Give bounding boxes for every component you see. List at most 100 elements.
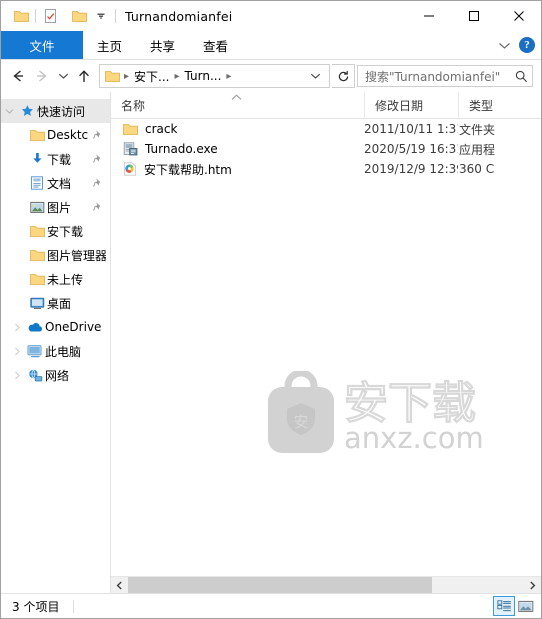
breadcrumb-separator-2[interactable]: ▸	[222, 71, 235, 82]
column-headers: 名称 修改日期 类型	[111, 92, 541, 119]
scroll-right-arrow-icon[interactable]	[524, 577, 541, 593]
desktop-icon	[27, 297, 47, 310]
file-modified-cell: 2019/12/9 12:39	[364, 162, 458, 176]
properties-icon[interactable]	[39, 5, 61, 27]
sidebar-item-picture-manager[interactable]: 图片管理器	[1, 243, 110, 267]
search-input[interactable]: 搜索"Turnandomianfei"	[365, 68, 515, 85]
search-icon[interactable]	[515, 70, 528, 83]
sidebar-item-network[interactable]: 网络	[1, 363, 110, 387]
details-view-button[interactable]	[493, 596, 515, 616]
sidebar-item-quick-access[interactable]: 快速访问	[1, 99, 110, 123]
sidebar-item-pictures[interactable]: 图片	[1, 195, 110, 219]
sidebar-item-anxiazai[interactable]: 安下载	[1, 219, 110, 243]
chevron-down-icon-address[interactable]	[304, 72, 327, 80]
sidebar-item-not-uploaded[interactable]: 未上传	[1, 267, 110, 291]
chevron-collapsed-icon[interactable]	[9, 323, 25, 332]
file-name-label: 安下载帮助.htm	[144, 162, 232, 177]
breadcrumb-item-0[interactable]: 安下...	[133, 68, 170, 85]
scrollbar-thumb[interactable]	[128, 577, 432, 593]
toolbar-divider-2	[64, 9, 65, 23]
chevron-down-icon[interactable]	[90, 5, 112, 27]
pictures-icon	[27, 201, 47, 214]
horizontal-scrollbar[interactable]	[111, 576, 541, 593]
search-box[interactable]: 搜索"Turnandomianfei"	[357, 65, 533, 87]
column-header-type[interactable]: 类型	[458, 92, 541, 118]
file-type-cell: 文件夹	[459, 122, 496, 137]
breadcrumb-separator-1[interactable]: ▸	[170, 71, 183, 82]
file-name-cell[interactable]: crack	[111, 122, 364, 136]
breadcrumb-folder-icon	[105, 70, 120, 83]
folder-icon	[27, 273, 47, 286]
help-icon[interactable]: ?	[519, 37, 535, 53]
watermark-text: 安下载 anxz.com	[342, 372, 497, 454]
ribbon-right-controls: ?	[498, 31, 535, 59]
sidebar-item-label: 网络	[45, 368, 70, 383]
pin-icon[interactable]	[93, 177, 104, 188]
sidebar-item-label: 图片	[47, 200, 72, 215]
folder-icon	[27, 129, 47, 142]
file-modified-cell: 2020/5/19 16:31	[364, 142, 458, 156]
sidebar-item-label: 未上传	[47, 272, 84, 287]
sidebar-item-label: OneDrive	[45, 320, 102, 334]
recent-locations-button[interactable]	[55, 65, 71, 87]
chevron-expanded-icon[interactable]	[1, 108, 17, 115]
table-row[interactable]: Turnado.exe 2020/5/19 16:31 应用程	[111, 139, 541, 159]
new-folder-icon[interactable]	[68, 5, 90, 27]
window-controls	[406, 1, 541, 31]
onedrive-icon	[25, 321, 45, 333]
scroll-left-arrow-icon[interactable]	[111, 577, 128, 593]
folder-icon[interactable]	[10, 5, 32, 27]
folder-icon	[123, 123, 138, 136]
navigation-pane: 快速访问 Desktc 下载 文档 图片 安下载 图片管理器 未上传 桌面 On…	[1, 92, 111, 593]
column-header-modified[interactable]: 修改日期	[364, 92, 458, 118]
file-type-cell: 360 C	[459, 162, 495, 176]
table-row[interactable]: 安下载帮助.htm 2019/12/9 12:39 360 C	[111, 159, 541, 179]
file-type-cell: 应用程	[459, 142, 496, 157]
documents-icon	[27, 176, 47, 190]
sidebar-item-onedrive[interactable]: OneDrive	[1, 315, 110, 339]
sort-ascending-icon	[231, 94, 242, 101]
pin-icon[interactable]	[93, 129, 104, 140]
up-button[interactable]	[73, 65, 95, 87]
pin-icon[interactable]	[93, 201, 104, 212]
file-name-cell[interactable]: 安下载帮助.htm	[111, 161, 364, 178]
breadcrumb-item-1[interactable]: Turn...	[184, 69, 223, 83]
sidebar-item-label: 桌面	[47, 296, 72, 311]
ribbon-tabs: 文件 主页 共享 查看 ?	[1, 31, 541, 59]
tab-view[interactable]: 查看	[189, 31, 242, 59]
chevron-down-icon-ribbon[interactable]	[498, 41, 511, 50]
sidebar-item-desktop-pinned[interactable]: Desktc	[1, 123, 110, 147]
watermark: 安 安下载 anxz.com	[266, 371, 497, 455]
tab-home[interactable]: 主页	[83, 31, 136, 59]
maximize-button[interactable]	[451, 1, 496, 31]
pin-icon[interactable]	[93, 153, 104, 164]
minimize-button[interactable]	[406, 1, 451, 31]
close-button[interactable]	[496, 1, 541, 31]
status-divider	[73, 599, 75, 613]
refresh-button[interactable]	[332, 64, 355, 88]
sidebar-item-label: 安下载	[47, 224, 84, 239]
sidebar-item-this-pc[interactable]: 此电脑	[1, 339, 110, 363]
sidebar-item-label: 快速访问	[37, 104, 86, 119]
file-name-cell[interactable]: Turnado.exe	[111, 142, 364, 156]
back-button[interactable]	[7, 65, 29, 87]
breadcrumb-separator-0[interactable]: ▸	[120, 71, 133, 82]
sidebar-item-downloads[interactable]: 下载	[1, 147, 110, 171]
breadcrumb[interactable]: ▸ 安下... ▸ Turn... ▸	[99, 64, 330, 88]
sidebar-item-documents[interactable]: 文档	[1, 171, 110, 195]
tab-share[interactable]: 共享	[136, 31, 189, 59]
sidebar-item-label: 此电脑	[45, 344, 82, 359]
folder-icon	[27, 249, 47, 262]
chevron-collapsed-icon[interactable]	[9, 347, 25, 356]
forward-button	[31, 65, 53, 87]
tab-file[interactable]: 文件	[1, 31, 83, 59]
item-count-label: 3 个项目	[12, 599, 60, 614]
sidebar-item-desktop[interactable]: 桌面	[1, 291, 110, 315]
table-row[interactable]: crack 2011/10/11 1:31 文件夹	[111, 119, 541, 139]
large-icons-view-button[interactable]	[515, 596, 537, 616]
download-icon	[27, 152, 47, 166]
browser-document-icon	[123, 162, 137, 176]
column-header-name[interactable]: 名称	[111, 92, 364, 118]
chevron-collapsed-icon[interactable]	[9, 371, 25, 380]
scrollbar-track[interactable]	[128, 577, 524, 593]
